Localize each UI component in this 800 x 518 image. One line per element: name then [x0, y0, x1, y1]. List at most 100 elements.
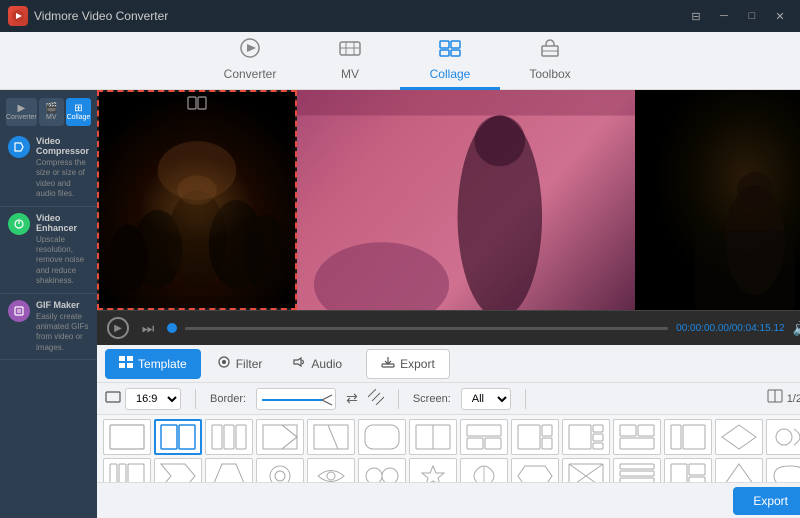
dark-preview-image — [635, 90, 800, 310]
template-0[interactable] — [103, 419, 151, 455]
export-tab-label: Export — [400, 357, 435, 371]
minimize-button[interactable]: ─ — [712, 7, 736, 25]
template-2[interactable] — [205, 419, 253, 455]
left-mini-tabs: ▶ Converter 🎬 MV ⊞ Collage — [0, 90, 97, 130]
filter-icon — [217, 356, 231, 371]
left-tab-mv[interactable]: 🎬 MV — [39, 98, 64, 126]
collage-left-pane[interactable] — [97, 90, 297, 310]
edit-tabs-bar: Template Filter Audio — [97, 345, 800, 383]
left-item-desc-2: Easily create animated GIFs from video o… — [36, 312, 89, 354]
collage-top-bar — [103, 96, 291, 110]
template-25[interactable] — [664, 458, 712, 482]
border-control — [256, 388, 336, 410]
template-grid-icon — [119, 356, 133, 371]
screen-dropdown[interactable]: All 1 2 — [461, 388, 511, 410]
title-bar-controls: ⊟ ─ □ ✕ — [684, 7, 792, 25]
preview-right-pane — [635, 90, 800, 310]
separator-1 — [195, 389, 196, 409]
export-icon — [381, 356, 395, 371]
audio-tab[interactable]: Audio — [278, 349, 356, 379]
toolbox-icon — [538, 38, 562, 64]
template-15[interactable] — [154, 458, 202, 482]
next-button[interactable]: ⏭ — [137, 317, 159, 339]
left-item-2[interactable]: GIF Maker Easily create animated GIFs fr… — [0, 294, 97, 361]
template-23[interactable] — [562, 458, 610, 482]
tab-toolbox[interactable]: Toolbox — [500, 32, 600, 90]
progress-bar[interactable] — [185, 327, 668, 330]
template-1[interactable] — [154, 419, 202, 455]
left-tab-converter[interactable]: ▶ Converter — [6, 98, 37, 126]
left-item-text-2: GIF Maker Easily create animated GIFs fr… — [36, 300, 89, 354]
template-21[interactable] — [460, 458, 508, 482]
template-tab[interactable]: Template — [105, 349, 201, 379]
template-16[interactable] — [205, 458, 253, 482]
template-18[interactable] — [307, 458, 355, 482]
collage-icon — [438, 38, 462, 64]
template-9[interactable] — [562, 419, 610, 455]
video-area: ▶ ⏭ 00:00:00.00/00:04:15.12 🔊 — [97, 90, 800, 518]
collage-editor — [97, 90, 800, 310]
progress-indicator — [167, 323, 177, 333]
template-4[interactable] — [307, 419, 355, 455]
filter-tab-label: Filter — [236, 357, 263, 371]
left-tab-collage[interactable]: ⊞ Collage — [66, 98, 91, 126]
template-17[interactable] — [256, 458, 304, 482]
template-7[interactable] — [460, 419, 508, 455]
export-button[interactable]: Export — [733, 487, 800, 515]
app-icon — [8, 6, 28, 26]
template-26[interactable] — [715, 458, 763, 482]
swap-icon[interactable]: ⇄ — [346, 390, 358, 407]
maximize-button[interactable]: □ — [740, 7, 764, 25]
ratio-dropdown[interactable]: 16:9 4:3 1:1 9:16 — [125, 388, 181, 410]
left-item-icon-0 — [8, 136, 30, 158]
options-bar: 16:9 4:3 1:1 9:16 Border: ⇄ — [97, 383, 800, 415]
template-8[interactable] — [511, 419, 559, 455]
template-6[interactable] — [409, 419, 457, 455]
left-mv-label: MV — [46, 114, 57, 121]
left-collage-label: Collage — [67, 114, 91, 121]
screen-label: Screen: — [413, 393, 451, 405]
left-item-0[interactable]: Video Compressor Compress the size or si… — [0, 130, 97, 207]
template-12[interactable] — [715, 419, 763, 455]
template-27[interactable] — [766, 458, 800, 482]
left-item-text-1: Video Enhancer Upscale resolution, remov… — [36, 213, 89, 287]
converter-label: Converter — [224, 67, 277, 81]
left-panel: ▶ Converter 🎬 MV ⊞ Collage Video Compres… — [0, 90, 97, 518]
template-5[interactable] — [358, 419, 406, 455]
border-dropdown[interactable] — [256, 388, 336, 410]
left-item-icon-1 — [8, 213, 30, 235]
message-button[interactable]: ⊟ — [684, 7, 708, 25]
audio-tab-label: Audio — [311, 357, 342, 371]
export-tab-button[interactable]: Export — [366, 349, 450, 379]
app-title: Vidmore Video Converter — [34, 9, 168, 23]
template-3[interactable] — [256, 419, 304, 455]
crowd-image — [99, 92, 295, 308]
page-layout-icon — [767, 389, 783, 408]
ratio-selector: 16:9 4:3 1:1 9:16 — [105, 388, 181, 410]
volume-icon[interactable]: 🔊 — [793, 320, 800, 337]
template-grid — [97, 415, 800, 482]
tab-mv[interactable]: MV — [300, 32, 400, 90]
template-22[interactable] — [511, 458, 559, 482]
audio-icon — [292, 356, 306, 371]
template-10[interactable] — [613, 419, 661, 455]
template-13[interactable] — [766, 419, 800, 455]
tab-converter[interactable]: Converter — [200, 32, 300, 90]
page-control: 1/2 ▾ — [767, 389, 800, 408]
left-item-title-0: Video Compressor — [36, 136, 89, 156]
ratio-icon — [105, 390, 121, 407]
template-19[interactable] — [358, 458, 406, 482]
template-20[interactable] — [409, 458, 457, 482]
left-item-1[interactable]: Video Enhancer Upscale resolution, remov… — [0, 207, 97, 294]
left-item-text-0: Video Compressor Compress the size or si… — [36, 136, 89, 200]
template-11[interactable] — [664, 419, 712, 455]
close-button[interactable]: ✕ — [768, 7, 792, 25]
left-collage-icon: ⊞ — [74, 103, 82, 114]
template-24[interactable] — [613, 458, 661, 482]
mv-icon — [338, 38, 362, 64]
left-mv-icon: 🎬 — [45, 103, 57, 114]
filter-tab[interactable]: Filter — [203, 349, 277, 379]
play-button[interactable]: ▶ — [107, 317, 129, 339]
template-14[interactable] — [103, 458, 151, 482]
tab-collage[interactable]: Collage — [400, 32, 500, 90]
